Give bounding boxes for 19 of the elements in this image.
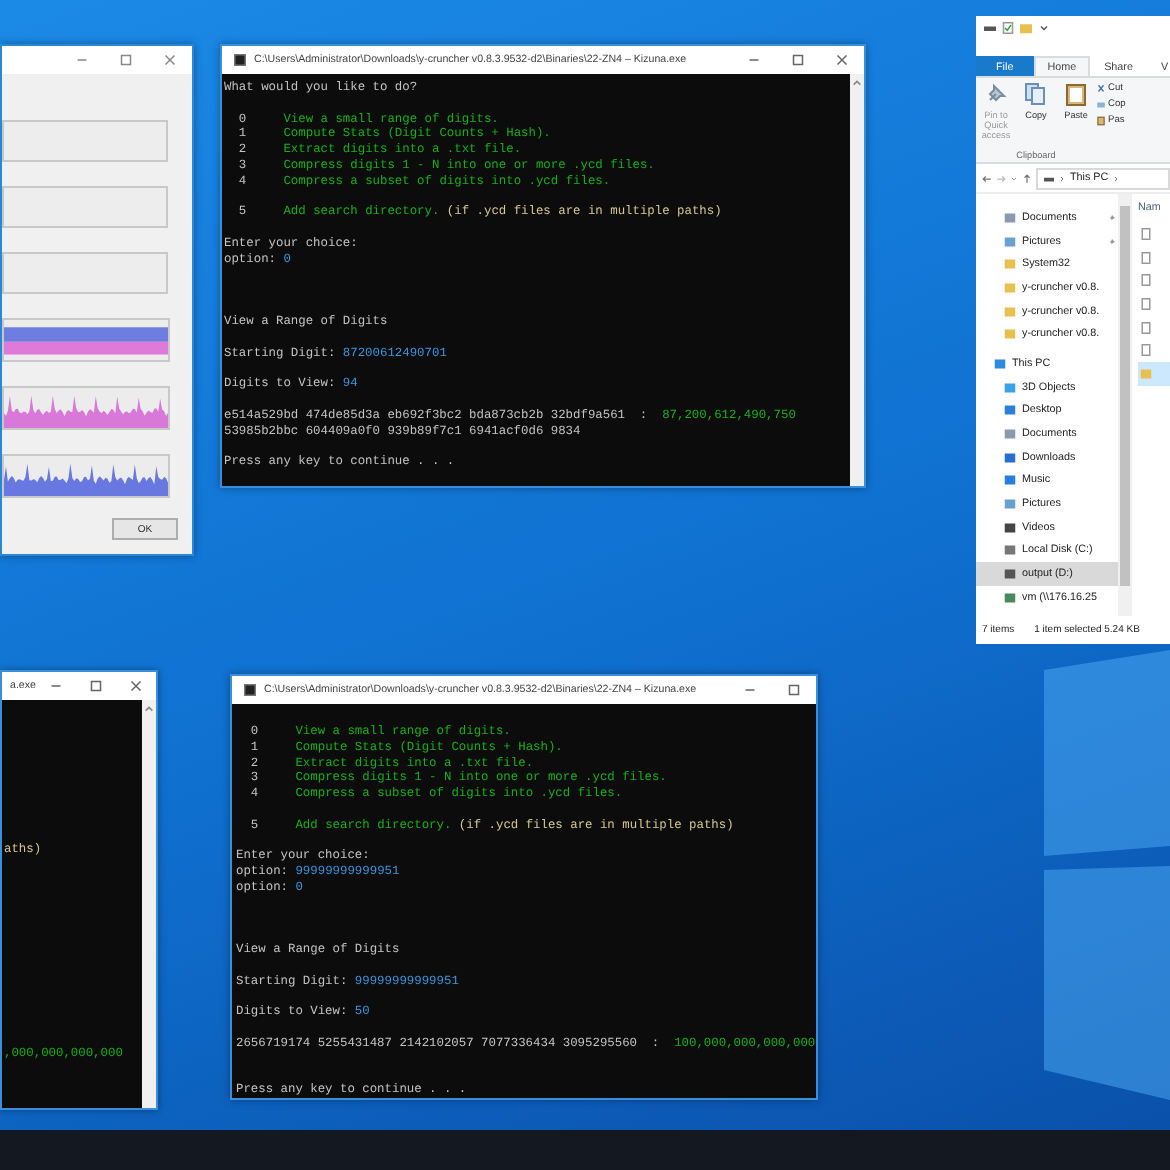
clipboard-icon — [1096, 116, 1106, 126]
forward-icon[interactable] — [996, 173, 1006, 183]
console-icon — [234, 54, 246, 66]
text-field[interactable] — [2, 252, 168, 294]
caret-icon[interactable] — [1038, 22, 1050, 34]
pin-icon — [984, 82, 1008, 106]
text-field[interactable] — [2, 120, 168, 162]
scrollbar[interactable] — [142, 700, 156, 1108]
properties-icon[interactable] — [1002, 22, 1014, 34]
up-icon[interactable] — [1022, 173, 1032, 183]
console-icon — [244, 684, 256, 696]
scissors-icon — [1096, 84, 1106, 94]
clipboard-icon — [1064, 82, 1088, 106]
text-field[interactable] — [2, 186, 168, 228]
back-icon[interactable] — [982, 173, 992, 183]
pin-icon — [1108, 237, 1116, 246]
scrollbar[interactable] — [850, 74, 864, 486]
scrollbar[interactable] — [1118, 194, 1132, 616]
pin-icon — [1108, 213, 1116, 222]
